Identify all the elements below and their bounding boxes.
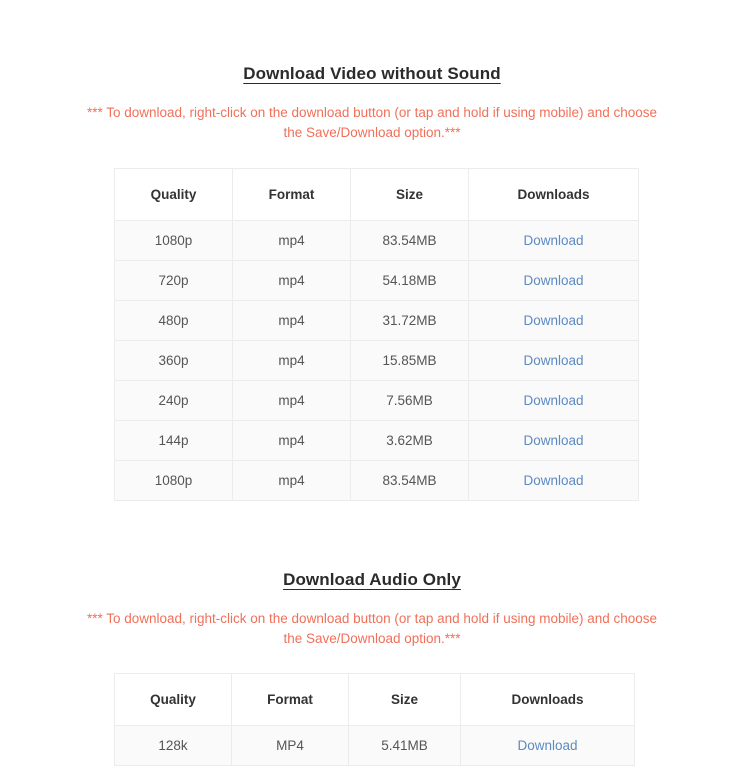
table-row: 144p mp4 3.62MB Download <box>114 420 639 461</box>
cell-quality: 1080p <box>114 460 233 501</box>
notice-table-spacer <box>0 143 744 168</box>
cell-quality: 240p <box>114 380 233 421</box>
audio-table-container: Quality Format Size Downloads 128k MP4 5.4… <box>0 673 744 766</box>
cell-format: mp4 <box>232 420 351 461</box>
cell-size: 3.62MB <box>350 420 469 461</box>
cell-size: 7.56MB <box>350 380 469 421</box>
cell-format: MP4 <box>231 725 349 766</box>
download-link[interactable]: Download <box>523 353 583 368</box>
audio-section-heading: Download Audio Only <box>283 570 461 589</box>
download-link[interactable]: Download <box>523 393 583 408</box>
video-section-heading: Download Video without Sound <box>243 64 501 83</box>
cell-format: mp4 <box>232 300 351 341</box>
cell-quality: 1080p <box>114 220 233 261</box>
table-row: 720p mp4 54.18MB Download <box>114 260 639 301</box>
cell-size: 83.54MB <box>350 220 469 261</box>
cell-downloads: Download <box>468 420 639 461</box>
video-table-container: Quality Format Size Downloads 1080p mp4 83… <box>0 168 744 501</box>
download-link[interactable]: Download <box>523 313 583 328</box>
column-header-quality: Quality <box>114 673 232 726</box>
table-row: 240p mp4 7.56MB Download <box>114 380 639 421</box>
cell-format: mp4 <box>232 380 351 421</box>
audio-notice-table-spacer <box>0 649 744 673</box>
audio-table-body: 128k MP4 5.41MB Download <box>114 725 635 766</box>
table-row: 1080p mp4 83.54MB Download <box>114 220 639 261</box>
cell-quality: 128k <box>114 725 232 766</box>
cell-size: 31.72MB <box>350 300 469 341</box>
audio-heading-notice-spacer <box>0 590 744 609</box>
download-link[interactable]: Download <box>523 433 583 448</box>
cell-downloads: Download <box>468 260 639 301</box>
video-download-table: Quality Format Size Downloads 1080p mp4 83… <box>114 168 639 501</box>
cell-format: mp4 <box>232 220 351 261</box>
cell-downloads: Download <box>468 460 639 501</box>
column-header-size: Size <box>350 168 469 221</box>
download-page: Download Video without Sound *** To down… <box>0 0 744 766</box>
cell-size: 83.54MB <box>350 460 469 501</box>
table-row: 360p mp4 15.85MB Download <box>114 340 639 381</box>
cell-size: 15.85MB <box>350 340 469 381</box>
top-spacer <box>0 0 744 64</box>
column-header-size: Size <box>348 673 461 726</box>
section-gap-spacer <box>0 501 744 570</box>
download-link[interactable]: Download <box>523 473 583 488</box>
cell-downloads: Download <box>468 380 639 421</box>
audio-download-table: Quality Format Size Downloads 128k MP4 5.4… <box>114 673 635 766</box>
column-header-format: Format <box>232 168 351 221</box>
cell-downloads: Download <box>468 340 639 381</box>
cell-downloads: Download <box>468 300 639 341</box>
table-header-row: Quality Format Size Downloads <box>114 168 639 221</box>
cell-size: 54.18MB <box>350 260 469 301</box>
table-row: 480p mp4 31.72MB Download <box>114 300 639 341</box>
cell-format: mp4 <box>232 460 351 501</box>
cell-downloads: Download <box>460 725 635 766</box>
download-link[interactable]: Download <box>523 233 583 248</box>
column-header-downloads: Downloads <box>460 673 635 726</box>
video-section-notice: *** To download, right-click on the down… <box>86 105 658 140</box>
cell-downloads: Download <box>468 220 639 261</box>
cell-size: 5.41MB <box>348 725 461 766</box>
table-header-row: Quality Format Size Downloads <box>114 673 635 726</box>
cell-quality: 360p <box>114 340 233 381</box>
cell-quality: 720p <box>114 260 233 301</box>
table-row: 1080p mp4 83.54MB Download <box>114 460 639 501</box>
cell-format: mp4 <box>232 260 351 301</box>
table-row: 128k MP4 5.41MB Download <box>114 725 635 766</box>
heading-notice-spacer <box>0 84 744 103</box>
column-header-format: Format <box>231 673 349 726</box>
download-link[interactable]: Download <box>523 273 583 288</box>
column-header-downloads: Downloads <box>468 168 639 221</box>
video-table-body: 1080p mp4 83.54MB Download 720p mp4 54.18MB Dow… <box>114 220 639 501</box>
column-header-quality: Quality <box>114 168 233 221</box>
cell-quality: 144p <box>114 420 233 461</box>
audio-section-notice: *** To download, right-click on the down… <box>86 611 658 646</box>
download-link[interactable]: Download <box>517 738 577 753</box>
cell-format: mp4 <box>232 340 351 381</box>
cell-quality: 480p <box>114 300 233 341</box>
